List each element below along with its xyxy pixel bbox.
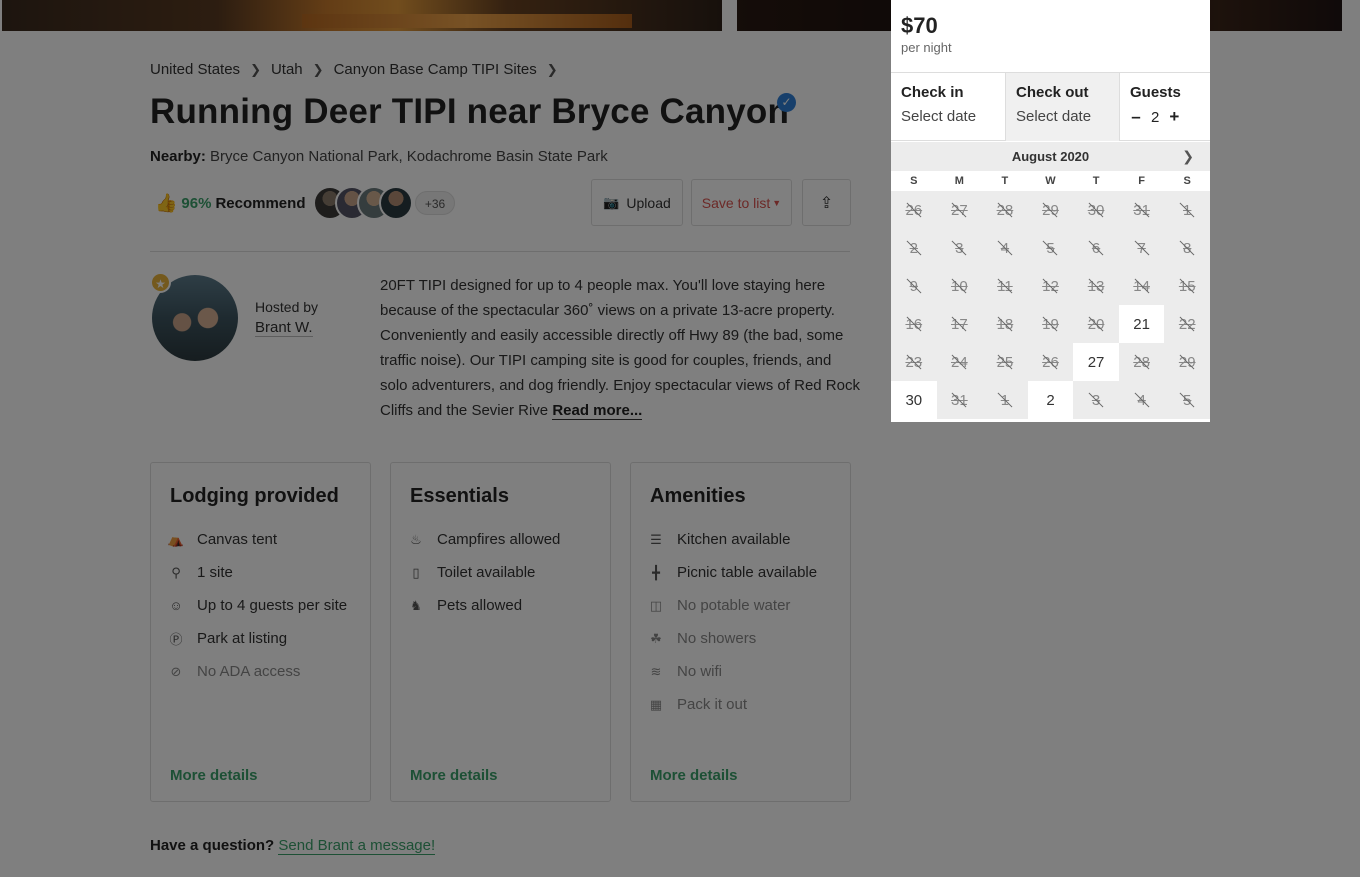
calendar-day-unavailable: 20 [1073, 305, 1119, 343]
calendar-day-unavailable: 16 [891, 305, 937, 343]
weekday-label: S [910, 175, 918, 187]
calendar-day-unavailable: 4 [1119, 381, 1165, 419]
calendar-day-unavailable: 26 [1028, 343, 1074, 381]
calendar-day-unavailable: 28 [1119, 343, 1165, 381]
weekday-label: W [1045, 175, 1056, 187]
calendar-day-unavailable: 19 [1028, 305, 1074, 343]
booking-widget: $70 per night Check in Select date Check… [891, 0, 1210, 422]
nightly-price: $70 [901, 13, 938, 38]
next-month-chevron-icon[interactable]: ❯ [1182, 142, 1194, 171]
calendar-day-available[interactable]: 27 [1073, 343, 1119, 381]
calendar-day-unavailable: 26 [891, 191, 937, 229]
calendar-header: August 2020 ❯ [891, 142, 1210, 171]
calendar-day-unavailable: 9 [891, 267, 937, 305]
calendar-day-unavailable: 14 [1119, 267, 1165, 305]
weekday-label: M [954, 175, 964, 187]
checkout-field[interactable]: Check out Select date [1006, 73, 1120, 141]
guests-count: 2 [1151, 108, 1160, 126]
weekday-label: T [1001, 175, 1009, 187]
calendar-day-unavailable: 27 [937, 191, 983, 229]
listing-page: United States ❯ Utah ❯ Canyon Base Camp … [0, 0, 1360, 877]
per-night-label: per night [901, 40, 952, 55]
calendar-day-unavailable: 30 [1073, 191, 1119, 229]
calendar-day-unavailable: 3 [937, 229, 983, 267]
calendar-day-unavailable: 29 [1028, 191, 1074, 229]
checkout-label: Check out [1016, 84, 1089, 101]
checkin-label: Check in [901, 84, 964, 101]
calendar-day-unavailable: 28 [982, 191, 1028, 229]
calendar-weekdays: SMTWTFS [891, 171, 1210, 191]
calendar-day-unavailable: 5 [1028, 229, 1074, 267]
calendar-day-unavailable: 22 [1164, 305, 1210, 343]
calendar-day-unavailable: 6 [1073, 229, 1119, 267]
booking-fields: Check in Select date Check out Select da… [891, 72, 1210, 141]
calendar-day-unavailable: 4 [982, 229, 1028, 267]
calendar-day-unavailable: 7 [1119, 229, 1165, 267]
calendar-day-unavailable: 17 [937, 305, 983, 343]
weekday-label: F [1138, 175, 1145, 187]
calendar-day-unavailable: 29 [1164, 343, 1210, 381]
checkout-value: Select date [1016, 108, 1092, 125]
calendar-day-unavailable: 18 [982, 305, 1028, 343]
calendar-day-available[interactable]: 30 [891, 381, 937, 419]
calendar-day-unavailable: 25 [982, 343, 1028, 381]
date-picker-calendar: August 2020 ❯ SMTWTFS 26 27 28 29 30 31 1 2 3 4 5 6… [891, 142, 1210, 419]
calendar-day-available[interactable]: 2 [1027, 381, 1074, 419]
guests-increment-button[interactable]: + [1168, 107, 1180, 127]
guests-stepper: – 2 + [1130, 107, 1200, 127]
guests-field: Guests – 2 + [1120, 73, 1210, 141]
weekday-label: T [1092, 175, 1100, 187]
checkin-value: Select date [901, 108, 977, 125]
calendar-day-unavailable: 3 [1073, 381, 1119, 419]
calendar-day-unavailable: 13 [1073, 267, 1119, 305]
calendar-month: August 2020 [1011, 149, 1090, 164]
calendar-day-unavailable: 31 [937, 381, 983, 419]
calendar-day-unavailable: 24 [937, 343, 983, 381]
guests-label: Guests [1130, 84, 1181, 101]
calendar-day-unavailable: 12 [1028, 267, 1074, 305]
calendar-day-available[interactable]: 21 [1118, 305, 1165, 343]
calendar-day-unavailable: 11 [982, 267, 1028, 305]
calendar-day-unavailable: 1 [1164, 191, 1210, 229]
guests-decrement-button[interactable]: – [1130, 107, 1142, 127]
calendar-day-unavailable: 2 [891, 229, 937, 267]
calendar-day-unavailable: 10 [937, 267, 983, 305]
calendar-day-unavailable: 8 [1164, 229, 1210, 267]
calendar-day-unavailable: 23 [891, 343, 937, 381]
calendar-day-unavailable: 15 [1164, 267, 1210, 305]
calendar-days: 26 27 28 29 30 31 1 2 3 4 5 6 7 8 9 10 11 12 13 14 15 16 17 18 1… [891, 191, 1210, 419]
calendar-day-unavailable: 1 [982, 381, 1028, 419]
calendar-day-unavailable: 5 [1164, 381, 1210, 419]
calendar-day-unavailable: 31 [1119, 191, 1165, 229]
weekday-label: S [1183, 175, 1191, 187]
checkin-field[interactable]: Check in Select date [891, 73, 1006, 141]
